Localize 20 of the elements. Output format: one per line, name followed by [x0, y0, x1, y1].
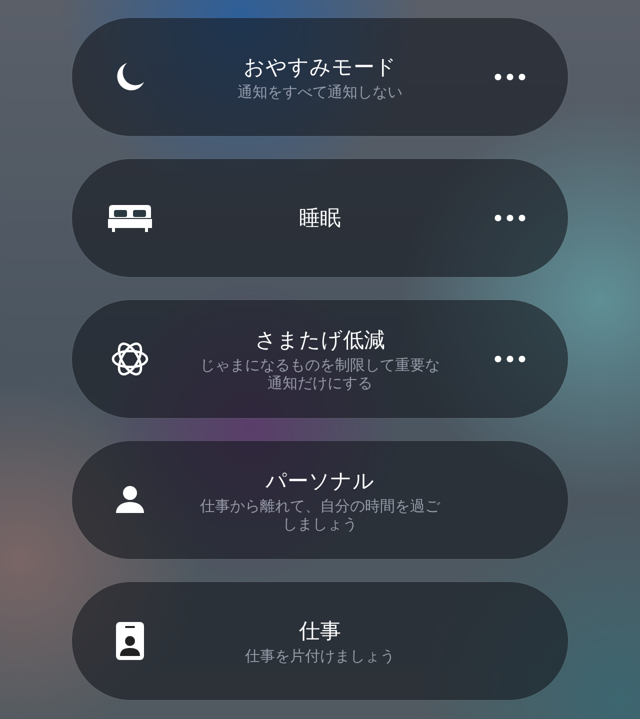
- id-badge-icon: [116, 622, 144, 660]
- ellipsis-icon: [494, 355, 526, 363]
- focus-mode-title: パーソナル: [266, 468, 374, 495]
- focus-mode-card[interactable]: 仕事 仕事を片付けましょう: [72, 582, 568, 700]
- focus-mode-title: さまたげ低減: [255, 327, 385, 354]
- ellipsis-icon: [494, 73, 526, 81]
- focus-mode-description: 仕事を片付けましょう: [245, 647, 395, 665]
- focus-mode-description: 通知をすべて通知しない: [238, 83, 402, 101]
- person-icon: [115, 485, 145, 515]
- bed-icon: [108, 203, 152, 233]
- focus-mode-card[interactable]: パーソナル 仕事から離れて、自分の時間を過ごしましょう: [72, 441, 568, 559]
- focus-mode-description: 仕事から離れて、自分の時間を過ごしましょう: [199, 497, 442, 533]
- ellipsis-icon: [494, 214, 526, 222]
- focus-mode-card[interactable]: さまたげ低減 じゃまになるものを制限して重要な通知だけにする: [72, 300, 568, 418]
- focus-mode-title: おやすみモード: [244, 54, 396, 81]
- focus-mode-title: 睡眠: [299, 205, 341, 232]
- focus-mode-card[interactable]: 睡眠: [72, 159, 568, 277]
- focus-mode-title: 仕事: [299, 618, 341, 645]
- focus-mode-description: じゃまになるものを制限して重要な通知だけにする: [199, 356, 441, 392]
- focus-mode-card[interactable]: おやすみモード 通知をすべて通知しない: [72, 18, 568, 136]
